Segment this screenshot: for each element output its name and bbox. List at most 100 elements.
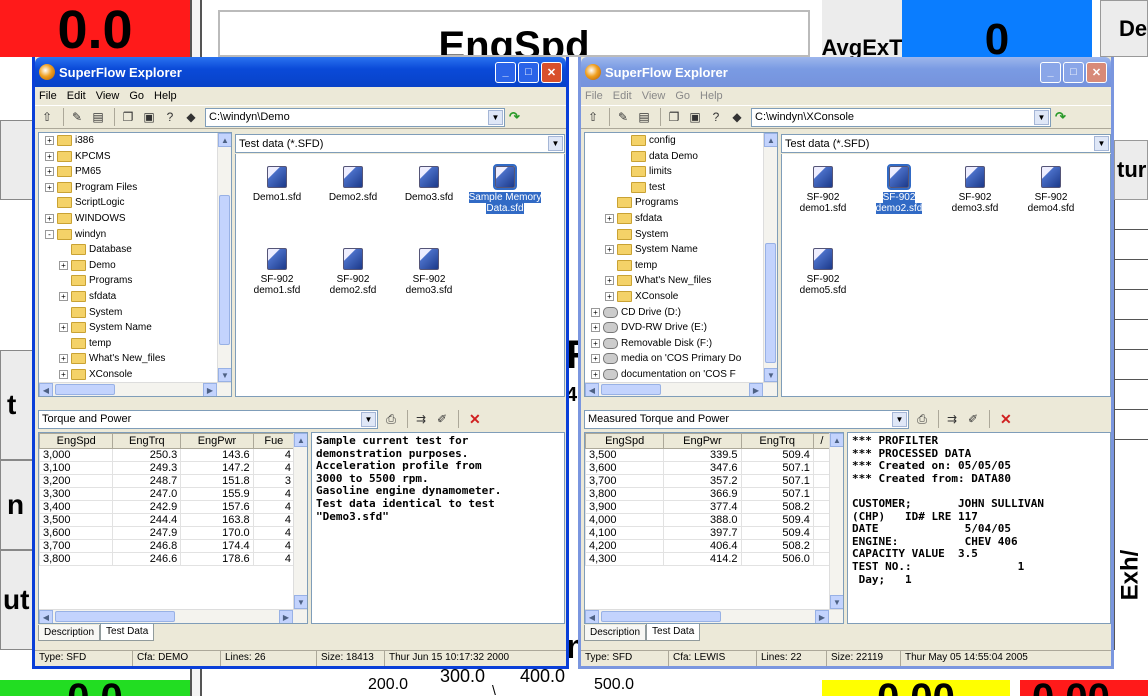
scroll-thumb[interactable]: [55, 384, 115, 395]
edit-icon[interactable]: ✎: [614, 108, 632, 126]
tree-item[interactable]: + What's New_files: [59, 353, 165, 365]
tree-item[interactable]: - windyn: [45, 228, 106, 240]
column-header[interactable]: Fue: [252, 433, 296, 449]
column-header[interactable]: EngSpd: [585, 433, 665, 449]
tree-item[interactable]: + DVD-RW Drive (E:): [591, 322, 707, 334]
note-icon[interactable]: ✐: [433, 410, 451, 428]
expand-toggle-icon[interactable]: +: [591, 370, 600, 379]
tree-item[interactable]: ScriptLogic: [45, 197, 124, 209]
go-arrow-icon[interactable]: ↷: [1055, 109, 1066, 125]
paste-icon[interactable]: ▣: [686, 108, 704, 126]
tree-item[interactable]: limits: [619, 166, 672, 178]
tree-item[interactable]: + XConsole: [59, 369, 132, 380]
file-item[interactable]: Sample Memory Data.sfd: [466, 164, 544, 214]
tree-item[interactable]: + Program Files: [45, 181, 137, 193]
scroll-right-button[interactable]: ▶: [279, 610, 293, 623]
computer-icon[interactable]: ▤: [89, 108, 107, 126]
column-header[interactable]: EngTrq: [740, 433, 814, 449]
view-select[interactable]: Torque and Power ▼: [38, 409, 378, 429]
file-item[interactable]: SF-902 demo2.sfd: [314, 248, 392, 296]
table-row[interactable]: 3,500 244.4 163.8 4: [39, 513, 296, 527]
table-horizontal-scrollbar[interactable]: ◀ ▶: [39, 609, 307, 623]
minimize-button[interactable]: _: [495, 61, 516, 83]
scroll-down-button[interactable]: ▼: [830, 595, 843, 609]
description-text[interactable]: Sample current test for demonstration pu…: [311, 432, 565, 624]
expand-toggle-icon[interactable]: +: [59, 292, 68, 301]
expand-toggle-icon[interactable]: +: [591, 307, 600, 317]
expand-toggle-icon[interactable]: +: [45, 151, 54, 161]
folder-tree[interactable]: config data Demo limits test Programs + sfdata…: [584, 132, 778, 397]
tree-item[interactable]: + XConsole: [605, 291, 678, 302]
columns-icon[interactable]: ⇉: [943, 410, 961, 428]
copy-icon[interactable]: ❐: [119, 108, 137, 126]
table-row[interactable]: 3,000 250.3 143.6 4: [39, 448, 296, 462]
chevron-down-icon[interactable]: ▼: [548, 136, 563, 151]
scroll-right-button[interactable]: ▶: [815, 610, 829, 623]
expand-toggle-icon[interactable]: +: [59, 370, 68, 379]
data-table-pane[interactable]: EngSpd EngPwr EngTrq/ 3,500 339.5 509.4 3,600…: [584, 432, 844, 624]
tree-item[interactable]: Programs: [605, 197, 678, 209]
tree-item[interactable]: + documentation on 'COS F: [591, 369, 736, 380]
data-table-pane[interactable]: EngSpd EngTrq EngPwr Fue 3,000 250.3 143.6 4 3,…: [38, 432, 308, 624]
file-item[interactable]: SF-902 demo2.sfd: [860, 164, 938, 214]
table-row[interactable]: 3,500 339.5 509.4: [585, 448, 832, 462]
help-icon[interactable]: ?: [707, 108, 725, 126]
scroll-up-button[interactable]: ▲: [294, 433, 307, 447]
tree-horizontal-scrollbar[interactable]: ◀ ▶: [585, 382, 777, 396]
expand-toggle-icon[interactable]: +: [605, 214, 614, 223]
scroll-up-button[interactable]: ▲: [830, 433, 843, 447]
expand-toggle-icon[interactable]: +: [605, 276, 614, 286]
table-row[interactable]: 3,400 242.9 157.6 4: [39, 500, 296, 514]
menu-edit[interactable]: Edit: [613, 90, 632, 102]
scroll-right-button[interactable]: ▶: [749, 383, 763, 396]
computer-icon[interactable]: ▤: [635, 108, 653, 126]
scroll-down-button[interactable]: ▼: [218, 368, 231, 382]
note-icon[interactable]: ✐: [964, 410, 982, 428]
up-folder-icon[interactable]: ⇧: [38, 108, 56, 126]
tab-test-data[interactable]: Test Data: [646, 624, 701, 641]
expand-toggle-icon[interactable]: -: [45, 229, 54, 239]
expand-toggle-icon[interactable]: +: [605, 292, 614, 301]
tree-item[interactable]: + Demo: [59, 259, 116, 271]
chevron-down-icon[interactable]: ▼: [1034, 109, 1049, 125]
tree-item[interactable]: + Removable Disk (F:): [591, 337, 712, 349]
minimize-button[interactable]: _: [1040, 61, 1061, 83]
scroll-left-button[interactable]: ◀: [39, 383, 53, 396]
tree-item[interactable]: + media on 'COS Primary Do: [591, 353, 741, 365]
tree-item[interactable]: Database: [59, 244, 132, 256]
scroll-down-button[interactable]: ▼: [764, 368, 777, 382]
scroll-down-button[interactable]: ▼: [294, 595, 307, 609]
menu-file[interactable]: File: [585, 90, 603, 102]
go-arrow-icon[interactable]: ↷: [509, 109, 520, 125]
table-row[interactable]: 4,300 414.2 506.0: [585, 552, 832, 566]
maximize-button[interactable]: □: [518, 61, 539, 83]
table-vertical-scrollbar[interactable]: ▲ ▼: [829, 433, 843, 609]
delete-icon[interactable]: ✕: [1000, 411, 1012, 428]
table-row[interactable]: 3,700 357.2 507.1: [585, 474, 832, 488]
file-item[interactable]: Demo1.sfd: [238, 166, 316, 203]
expand-toggle-icon[interactable]: +: [591, 338, 600, 348]
tree-item[interactable]: temp: [59, 337, 111, 349]
file-item[interactable]: Demo3.sfd: [390, 166, 468, 203]
file-item[interactable]: SF-902 demo3.sfd: [390, 248, 468, 296]
table-row[interactable]: 3,200 248.7 151.8 3: [39, 474, 296, 488]
close-button[interactable]: ✕: [1086, 61, 1107, 83]
path-combo[interactable]: C:\windyn\Demo ▼: [205, 107, 505, 127]
column-header[interactable]: EngPwr: [663, 433, 742, 449]
maximize-button[interactable]: □: [1063, 61, 1084, 83]
menu-help[interactable]: Help: [700, 90, 723, 102]
tree-item[interactable]: + PM65: [45, 166, 101, 178]
tree-item[interactable]: Programs: [59, 275, 132, 287]
print-icon[interactable]: ⎙: [913, 410, 931, 428]
tree-item[interactable]: + WINDOWS: [45, 213, 126, 224]
menu-file[interactable]: File: [39, 90, 57, 102]
explorer-window-xconsole[interactable]: SuperFlow Explorer _ □ ✕ File Edit View …: [578, 57, 1114, 669]
tree-item[interactable]: + sfdata: [605, 213, 662, 224]
close-button[interactable]: ✕: [541, 61, 562, 83]
book-icon[interactable]: ◆: [728, 108, 746, 126]
file-filter-combo[interactable]: Test data (*.SFD) ▼: [235, 134, 565, 153]
tree-item[interactable]: + System Name: [59, 322, 152, 334]
scroll-up-button[interactable]: ▲: [764, 133, 777, 147]
menu-go[interactable]: Go: [129, 90, 144, 102]
tree-item[interactable]: System: [59, 306, 122, 318]
